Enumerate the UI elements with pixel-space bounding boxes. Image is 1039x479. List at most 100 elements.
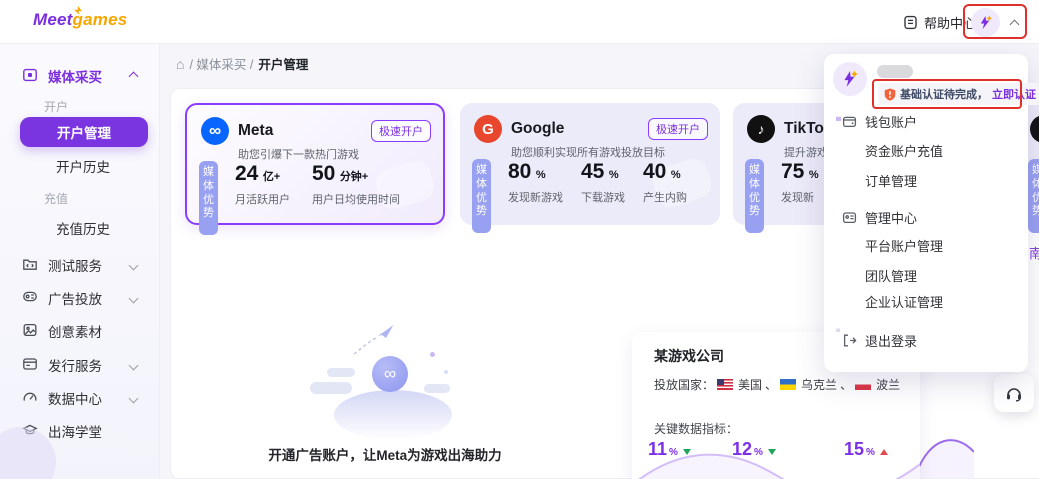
menu-divider: [836, 116, 841, 121]
google-logo-icon: G: [474, 115, 502, 143]
menu-item-label: 退出登录: [865, 331, 917, 350]
home-icon[interactable]: ⌂: [176, 56, 184, 72]
metric-2: 12%: [732, 440, 776, 458]
meta-logo-icon: ∞: [201, 117, 229, 145]
breadcrumb: ⌂ / 媒体采买 / 开户管理: [176, 54, 308, 73]
stat-iap: 40 % 产生内购: [643, 161, 687, 205]
ukraine-flag-icon: [780, 379, 796, 390]
sidebar-item-creative-assets[interactable]: 创意素材: [0, 320, 160, 342]
stat-unit: %: [671, 169, 681, 181]
metric-1: 11%: [648, 440, 691, 458]
key-metrics-label: 关键数据指标：: [654, 420, 738, 437]
folder-icon: [22, 256, 38, 272]
menu-section-header: 管理中心: [865, 208, 917, 227]
sidebar-group-label: 媒体采买: [48, 66, 102, 86]
sidebar-item-account-management-active[interactable]: 开户管理: [20, 117, 148, 147]
menu-item-label: 平台账户管理: [865, 236, 943, 255]
country-name: 美国: [738, 376, 762, 393]
chevron-up-icon[interactable]: [1010, 20, 1020, 30]
country-name: 波兰: [876, 376, 900, 393]
menu-section-header: 钱包账户: [865, 112, 917, 131]
sidebar-item-label: 发行服务: [48, 355, 102, 375]
menu-item-label: 企业认证管理: [865, 292, 943, 311]
media-card-meta[interactable]: ∞ Meta 极速开户 助您引爆下一款热门游戏 媒体优势 24 亿+ 月活跃用户…: [185, 103, 445, 225]
metric-unit: %: [754, 447, 763, 458]
sidebar-item-label: 创意素材: [48, 321, 102, 341]
menu-item-label: 订单管理: [865, 171, 917, 190]
media-card-google[interactable]: G Google 极速开户 助您顺利实现所有游戏投放目标 媒体优势 80 % 发…: [460, 103, 720, 225]
sidebar-item-ad-delivery[interactable]: 广告投放: [0, 287, 160, 309]
media-card-name: Meta: [238, 122, 273, 140]
chevron-down-icon: [129, 294, 139, 304]
megaphone-icon: [22, 289, 38, 305]
sidebar-item-label: 数据中心: [48, 388, 102, 408]
menu-item-label: 资金账户充值: [865, 141, 943, 160]
stat-value: 45: [581, 160, 604, 183]
stat-unit: %: [809, 169, 819, 181]
countries-label: 投放国家：: [654, 376, 714, 393]
paper-plane-icon: [350, 318, 398, 358]
stat-value: 75: [781, 160, 804, 183]
us-flag-icon: [717, 379, 733, 390]
chevron-down-icon: [129, 261, 139, 271]
chevron-up-icon: [129, 72, 139, 82]
stat-unit: 亿+: [263, 171, 280, 183]
certification-notice: 基础认证待完成， 立即认证: [878, 83, 1039, 105]
stat-download: 45 % 下载游戏: [581, 161, 625, 205]
tiktok-logo-icon: ♪: [747, 115, 775, 143]
menu-divider: [836, 328, 840, 332]
user-avatar[interactable]: [971, 8, 1000, 37]
help-center-link[interactable]: 帮助中心: [903, 13, 976, 32]
bolt-logo-icon: [978, 15, 993, 30]
headset-icon: [1005, 385, 1023, 402]
stat-value: 24: [235, 162, 258, 185]
stat-value: 80: [508, 160, 531, 183]
stat-discover: 75 % 发现新: [781, 161, 819, 205]
stat-label: 下载游戏: [581, 189, 625, 205]
stat-label: 月活跃用户: [235, 191, 290, 207]
wallet-icon: [842, 114, 857, 129]
dot-decoration: [430, 352, 435, 357]
sidebar-item-publishing-services[interactable]: 发行服务: [0, 354, 160, 376]
right-edge-text-fragment[interactable]: 南: [1029, 243, 1039, 262]
illustration-base: [334, 390, 452, 440]
media-card-subtitle: 助您顺利实现所有游戏投放目标: [511, 144, 665, 160]
media-advantage-badge: 媒体优势: [199, 161, 218, 235]
fast-open-badge: 极速开户: [371, 120, 431, 142]
menu-item-label: 团队管理: [865, 266, 917, 285]
sidebar-group-media-buying[interactable]: 媒体采买: [0, 65, 160, 87]
certify-now-link[interactable]: 立即认证: [992, 86, 1036, 102]
sidebar-item-recharge-history[interactable]: 充值历史: [56, 218, 110, 238]
promo-text: 开通广告账户，让Meta为游戏出海助力: [255, 444, 515, 464]
stat-value: 50: [312, 162, 335, 185]
stat-label: 发现新: [781, 189, 819, 205]
separator: 、: [765, 376, 777, 393]
id-badge-icon: [842, 210, 857, 225]
cloud-decoration: [310, 382, 352, 394]
media-buying-icon: [22, 67, 38, 83]
platform-logo-icon: [1030, 115, 1039, 143]
media-advantage-badge: 媒体优势: [1028, 159, 1039, 233]
media-card-subtitle: 助您引爆下一款热门游戏: [238, 146, 359, 162]
sidebar-section-label: 充值: [44, 190, 68, 207]
sidebar-section-label: 开户: [44, 98, 68, 115]
stat-discover: 80 % 发现新游戏: [508, 161, 563, 205]
customer-service-button[interactable]: [994, 374, 1034, 412]
breadcrumb-path[interactable]: / 媒体采买 /: [189, 54, 253, 73]
sidebar-item-account-history[interactable]: 开户历史: [56, 156, 110, 176]
sidebar-item-data-center[interactable]: 数据中心: [0, 387, 160, 409]
stat-unit: %: [609, 169, 619, 181]
metric-unit: %: [866, 447, 875, 458]
cloud-decoration: [327, 368, 355, 377]
help-center-label: 帮助中心: [924, 13, 976, 32]
bolt-logo-icon: [841, 70, 859, 88]
stat-unit: 分钟+: [340, 171, 368, 183]
username-redacted: [877, 65, 913, 78]
sidebar-item-testing-services[interactable]: 测试服务: [0, 254, 160, 276]
metric-unit: %: [669, 447, 678, 458]
breadcrumb-current: 开户管理: [258, 54, 308, 73]
meta-ball-icon: ∞: [372, 356, 408, 392]
media-card-name: Google: [511, 120, 564, 138]
gauge-icon: [22, 389, 38, 405]
app-screen: Meetgames 帮助中心 媒体采买 开户 开户管理 开户历史 充值: [0, 0, 1039, 479]
